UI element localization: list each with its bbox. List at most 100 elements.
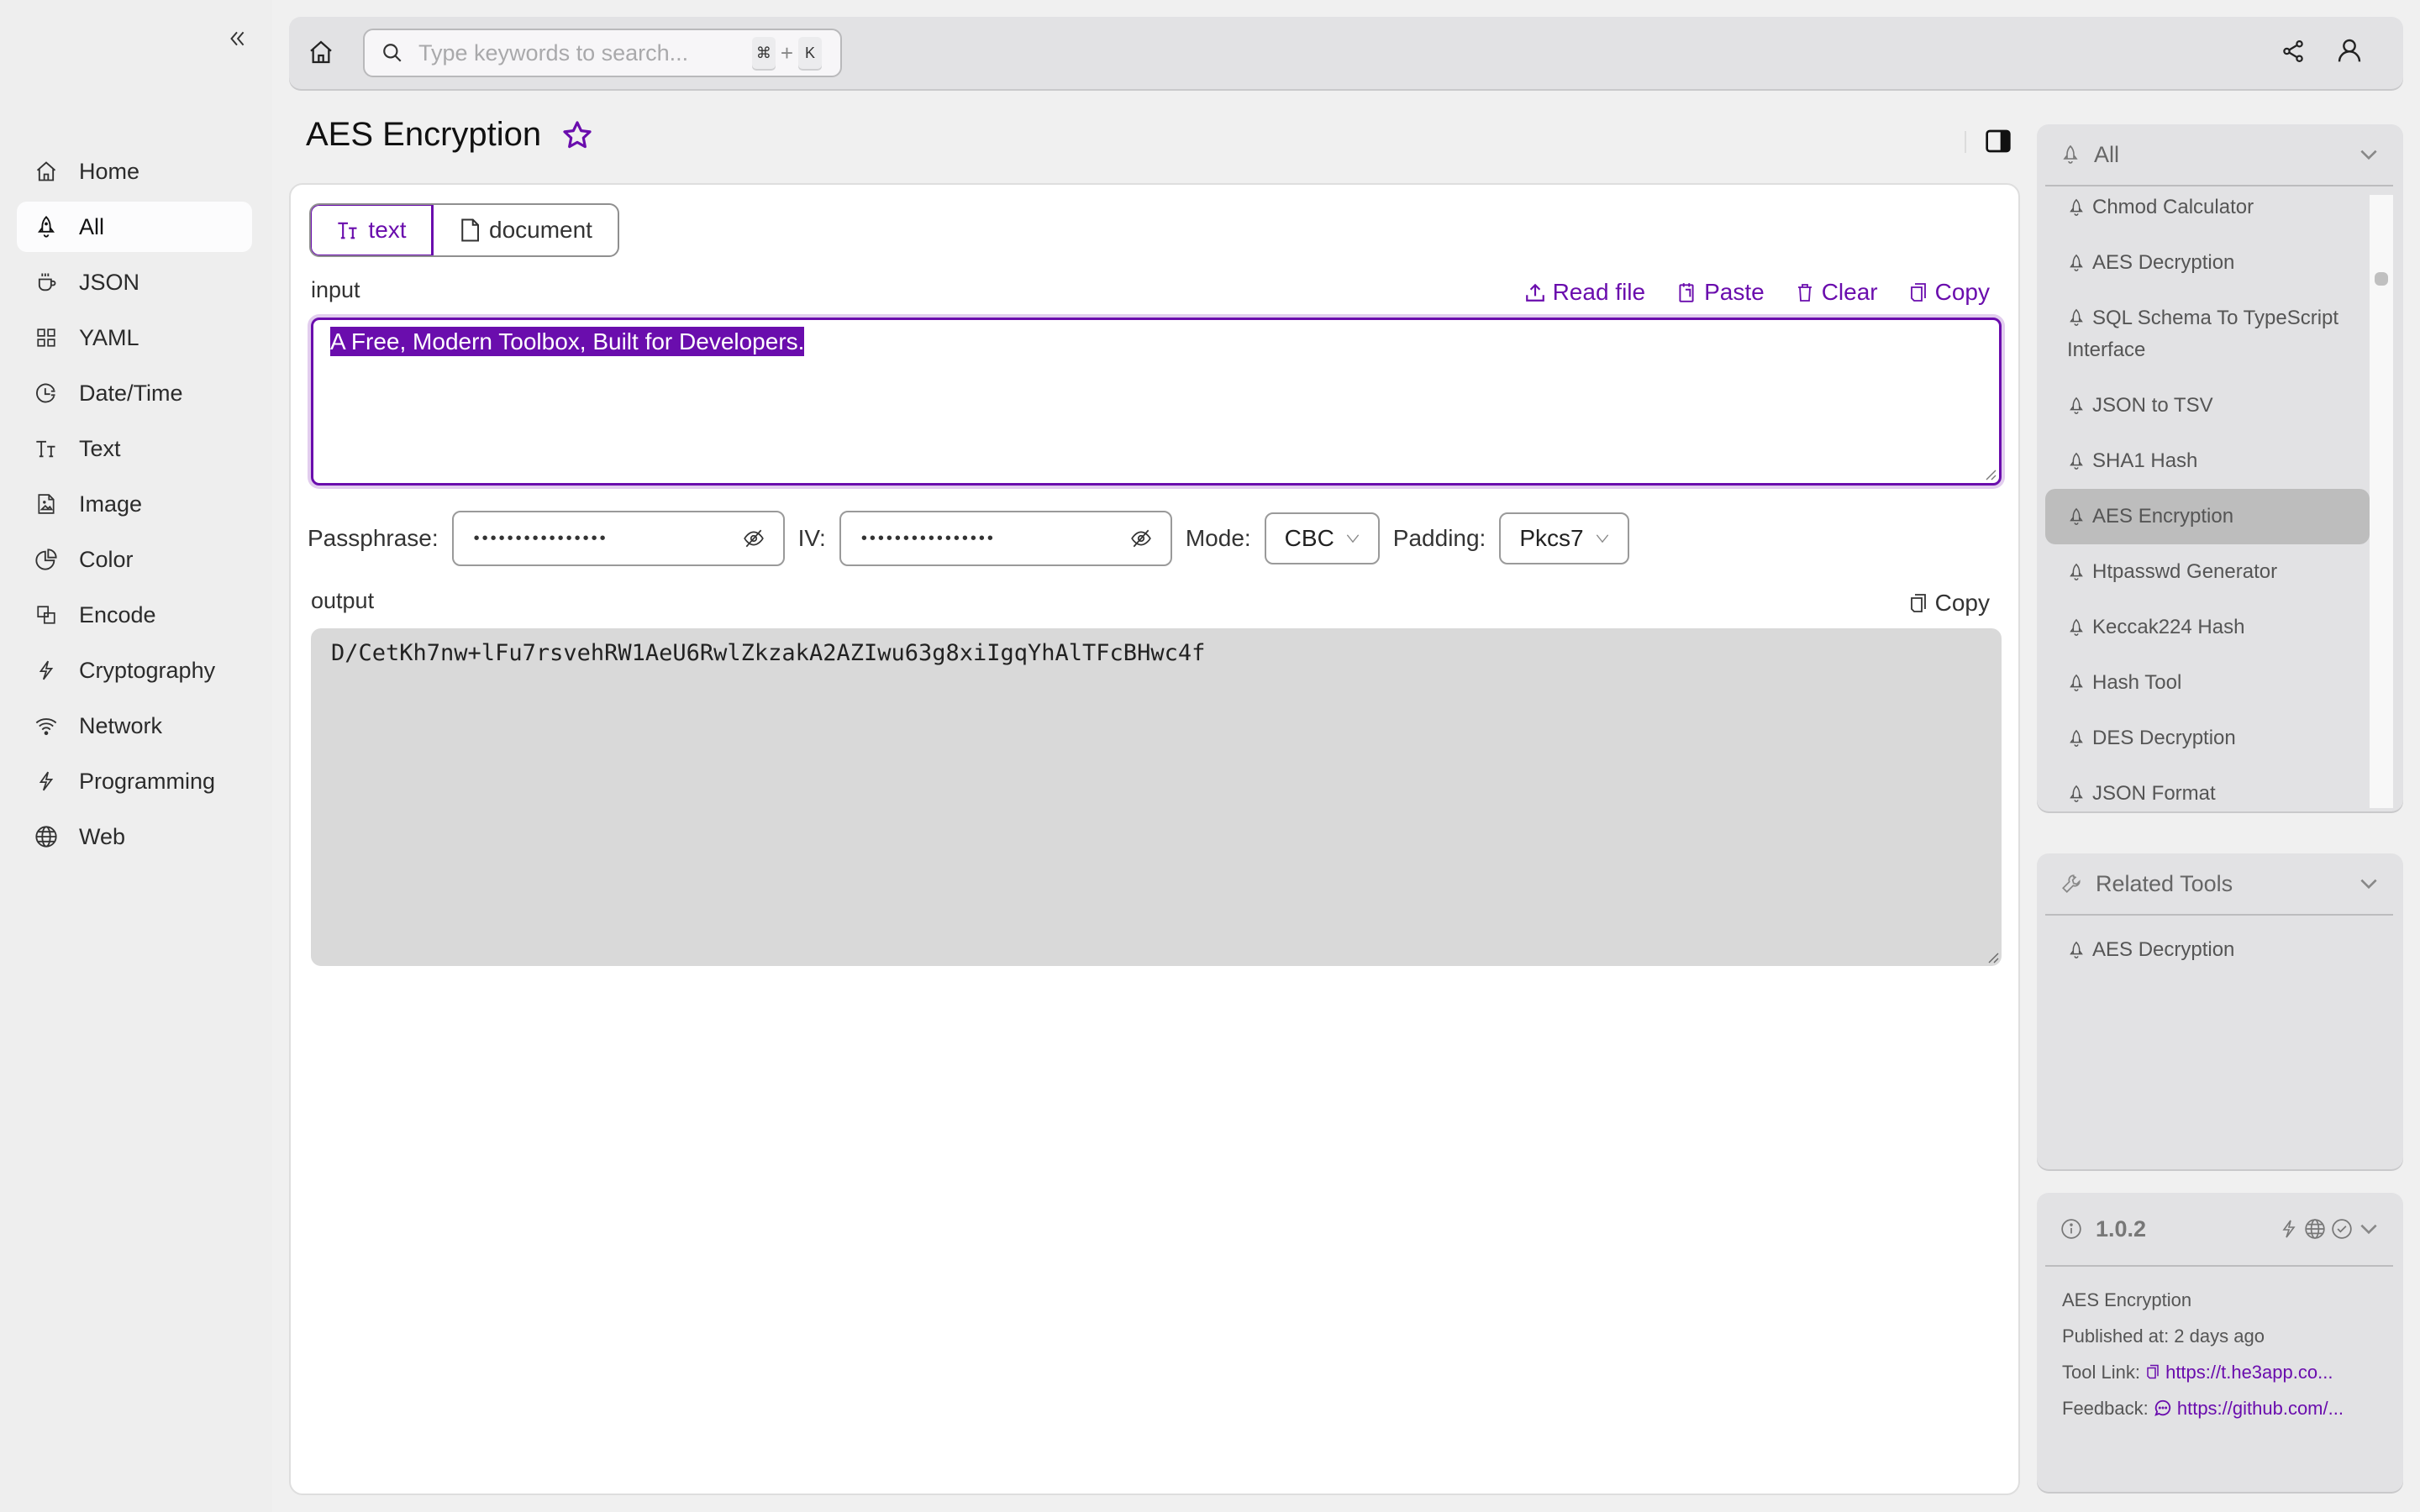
user-account-button[interactable] [2336,37,2366,67]
wrench-icon [2062,874,2081,893]
mode-select[interactable]: CBC [1264,512,1380,564]
sidebar-item-home[interactable]: Home [17,146,252,197]
rocket-icon [2070,785,2083,802]
home-button[interactable] [308,39,336,67]
iv-field[interactable]: •••••••••••••••• [839,511,1172,566]
passphrase-field[interactable]: •••••••••••••••• [451,511,785,566]
text-type-icon [36,440,55,458]
rocket-icon [2070,198,2083,216]
copy-output-button[interactable]: Copy [1908,590,1990,617]
rocket-icon [2070,452,2083,470]
sidebar-item-all[interactable]: All [17,202,252,252]
sidebar-item-color[interactable]: Color [17,534,252,585]
overlap-squares-icon [37,606,55,624]
tool-list-item[interactable]: Chmod Calculator [2045,186,2370,235]
related-tool-item[interactable]: AES Decryption [2045,922,2370,978]
scrollbar-track[interactable] [2370,195,2393,808]
sidebar-item-image[interactable]: Image [17,479,252,529]
all-tools-header[interactable]: All [2037,124,2403,185]
tool-list-item[interactable]: AES Encryption [2045,489,2370,544]
tool-list-item[interactable]: SQL Schema To TypeScript Interface [2045,291,2370,378]
tool-list-item[interactable]: AES Decryption [2045,235,2370,291]
all-tools-panel: All Chmod Calculator AES Decryption SQL Sc… [2037,124,2403,811]
sidebar-item-yaml[interactable]: YAML [17,312,252,363]
check-circle-icon [2332,1219,2352,1239]
favorite-button[interactable] [561,119,593,151]
scrollbar-thumb[interactable] [2375,272,2388,286]
tool-link[interactable]: https://t.he3app.co... [2145,1362,2333,1383]
sidebar-item-encode[interactable]: Encode [17,590,252,640]
copy-label: Copy [1934,279,1990,305]
sidebar-item-json[interactable]: JSON [17,257,252,307]
text-type-icon [338,222,357,239]
collapse-sidebar-button[interactable] [222,24,252,54]
sidebar-item-label: All [79,213,105,239]
sidebar-item-web[interactable]: Web [17,811,252,862]
tool-list-item[interactable]: JSON Format [2045,766,2370,808]
chevron-down-icon [2360,1224,2377,1235]
output-textarea[interactable]: D/CetKh7nw+lFu7rsvehRW1AeU6RwlZkzakA2AZI… [311,628,2002,966]
tool-info-body: AES Encryption Published at: 2 days ago … [2037,1267,2403,1441]
tool-list-item[interactable]: Htpasswd Generator [2045,544,2370,600]
rocket-icon [2070,729,2083,747]
sidebar-right-icon [1986,129,2011,153]
sidebar-item-network[interactable]: Network [17,701,252,751]
clear-button[interactable]: Clear [1795,279,1878,306]
input-text-selected: A Free, Modern Toolbox, Built for Develo… [330,327,805,356]
search-icon [383,44,402,62]
share-button[interactable] [2281,39,2309,67]
sidebar-item-datetime[interactable]: Date/Time [17,368,252,418]
tool-list-label: SQL Schema To TypeScript Interface [2067,307,2339,361]
eye-off-icon[interactable] [743,528,765,549]
rocket-icon [2070,308,2083,326]
resize-handle-icon[interactable] [1986,950,1999,963]
eye-off-icon[interactable] [1130,528,1152,549]
rocket-icon [2070,941,2083,958]
paste-label: Paste [1704,279,1765,305]
paste-button[interactable]: Paste [1676,279,1765,306]
home-icon [36,161,56,181]
lightning-icon [2282,1220,2296,1238]
related-tools-header[interactable]: Related Tools [2037,853,2403,914]
sidebar-item-text[interactable]: Text [17,423,252,474]
read-file-button[interactable]: Read file [1524,279,1646,306]
clear-label: Clear [1821,279,1878,305]
sidebar-item-programming[interactable]: Programming [17,756,252,806]
tool-list-item[interactable]: SHA1 Hash [2045,433,2370,489]
output-value: D/CetKh7nw+lFu7rsvehRW1AeU6RwlZkzakA2AZI… [331,640,1206,666]
lightning-icon [39,771,54,791]
copy-input-button[interactable]: Copy [1908,279,1990,306]
tab-text[interactable]: text [310,205,434,255]
search-input[interactable] [418,39,738,66]
toggle-right-panel-button[interactable] [1985,128,2012,155]
sidebar-item-label: Cryptography [79,657,216,683]
tool-list-item[interactable]: JSON to TSV [2045,378,2370,433]
tool-link-row: Tool Link: https://t.he3app.co... [2062,1354,2378,1390]
wifi-icon [35,718,57,736]
padding-select[interactable]: Pkcs7 [1499,512,1629,564]
tool-list-item[interactable]: Keccak224 Hash [2045,600,2370,655]
clipboard-icon [1679,283,1694,302]
tool-list-item[interactable]: Hash Tool [2045,655,2370,711]
input-textarea[interactable]: A Free, Modern Toolbox, Built for Develo… [311,318,2002,486]
tab-document[interactable]: document [434,205,618,255]
title-row: AES Encryption [306,116,593,154]
output-label: output [311,588,375,613]
tab-label: document [489,217,592,243]
tool-list-item[interactable]: DES Decryption [2045,711,2370,766]
info-icon [2061,1219,2081,1239]
lightning-icon [39,660,54,680]
tool-info-header[interactable]: 1.0.2 [2037,1193,2403,1265]
iv-label: IV: [797,525,826,551]
sidebar-item-cryptography[interactable]: Cryptography [17,645,252,696]
rocket-icon [2063,144,2078,164]
tool-list-label: JSON to TSV [2092,394,2213,417]
feedback-link[interactable]: https://github.com/... [2154,1398,2344,1419]
sidebar-item-label: Color [79,546,134,572]
search-box[interactable]: ⌘ + K [363,29,842,77]
rocket-icon [2070,618,2083,636]
sidebar: Home All JSON YAML Date/Time Text Image [0,0,272,1512]
resize-handle-icon[interactable] [1983,467,1996,480]
read-file-label: Read file [1552,279,1646,305]
feedback-row: Feedback: https://github.com/... [2062,1390,2378,1426]
